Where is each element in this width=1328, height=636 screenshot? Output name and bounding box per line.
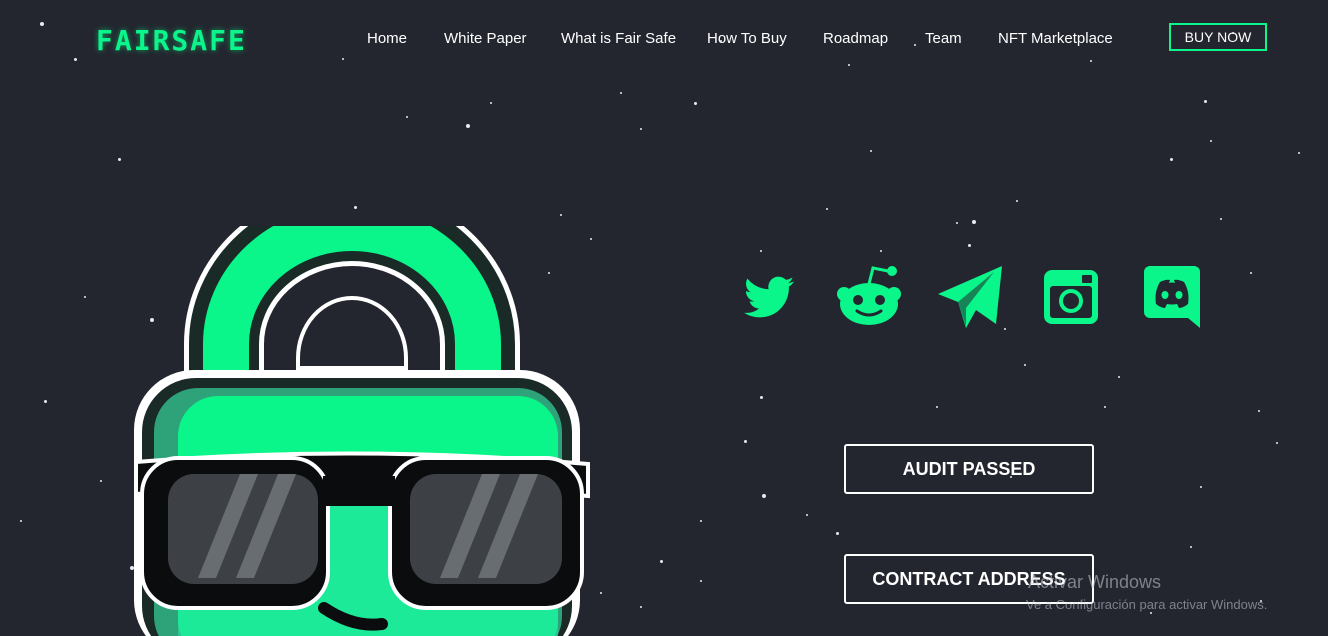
star-dot (760, 250, 762, 252)
star-dot (870, 150, 872, 152)
star-dot (84, 296, 86, 298)
discord-icon[interactable] (1142, 264, 1202, 330)
star-dot (1104, 406, 1106, 408)
star-dot (600, 592, 602, 594)
star-dot (640, 128, 642, 130)
star-dot (1276, 442, 1278, 444)
star-dot (118, 158, 121, 161)
reddit-icon[interactable] (836, 264, 902, 326)
star-dot (1118, 376, 1120, 378)
star-dot (40, 22, 44, 26)
star-dot (968, 244, 971, 247)
nav-item-white-paper[interactable]: White Paper (444, 30, 527, 47)
star-dot (660, 560, 663, 563)
star-dot (1220, 218, 1222, 220)
windows-activation-title: Activar Windows (1028, 572, 1162, 592)
star-dot (74, 58, 77, 61)
star-dot (100, 480, 102, 482)
star-dot (1024, 364, 1026, 366)
windows-activation-subtitle: Ve a Configuración para activar Windows. (1026, 597, 1268, 612)
star-dot (1016, 200, 1018, 202)
star-dot (490, 102, 492, 104)
star-dot (20, 520, 22, 522)
star-dot (1204, 100, 1207, 103)
nav-item-how-to-buy[interactable]: How To Buy (707, 30, 787, 47)
star-dot (1258, 410, 1260, 412)
star-dot (342, 58, 344, 60)
star-dot (936, 406, 938, 408)
nav-item-team[interactable]: Team (925, 30, 962, 47)
buy-now-button[interactable]: BUY NOW (1169, 23, 1267, 51)
site-logo[interactable]: FAIRSAFE (96, 24, 247, 57)
star-dot (354, 206, 357, 209)
star-dot (1200, 486, 1202, 488)
star-dot (1298, 152, 1300, 154)
star-dot (836, 532, 839, 535)
star-dot (44, 400, 47, 403)
star-dot (760, 396, 763, 399)
star-dot (880, 250, 882, 252)
padlock-mascot-icon (134, 226, 590, 636)
star-dot (1004, 328, 1006, 330)
star-dot (1190, 546, 1192, 548)
audit-passed-button[interactable]: AUDIT PASSED (844, 444, 1094, 494)
star-dot (806, 514, 808, 516)
star-dot (466, 124, 470, 128)
twitter-icon[interactable] (740, 272, 798, 322)
star-dot (1170, 158, 1173, 161)
instagram-icon[interactable] (1042, 268, 1100, 326)
star-dot (848, 64, 850, 66)
star-dot (1090, 60, 1092, 62)
telegram-icon[interactable] (936, 264, 1004, 330)
nav-item-what-is-fair-safe[interactable]: What is Fair Safe (561, 30, 676, 47)
star-dot (700, 520, 702, 522)
nav-item-home[interactable]: Home (367, 30, 407, 47)
star-dot (744, 440, 747, 443)
star-dot (560, 214, 562, 216)
star-dot (1150, 612, 1152, 614)
nav-item-nft-marketplace[interactable]: NFT Marketplace (998, 30, 1113, 47)
star-dot (762, 494, 766, 498)
star-dot (406, 116, 408, 118)
star-dot (640, 606, 642, 608)
star-dot (956, 222, 958, 224)
star-dot (914, 44, 916, 46)
star-dot (972, 220, 976, 224)
nav-item-roadmap[interactable]: Roadmap (823, 30, 888, 47)
star-dot (1210, 140, 1212, 142)
star-dot (826, 208, 828, 210)
star-dot (620, 92, 622, 94)
star-dot (694, 102, 697, 105)
star-dot (1250, 272, 1252, 274)
star-dot (700, 580, 702, 582)
